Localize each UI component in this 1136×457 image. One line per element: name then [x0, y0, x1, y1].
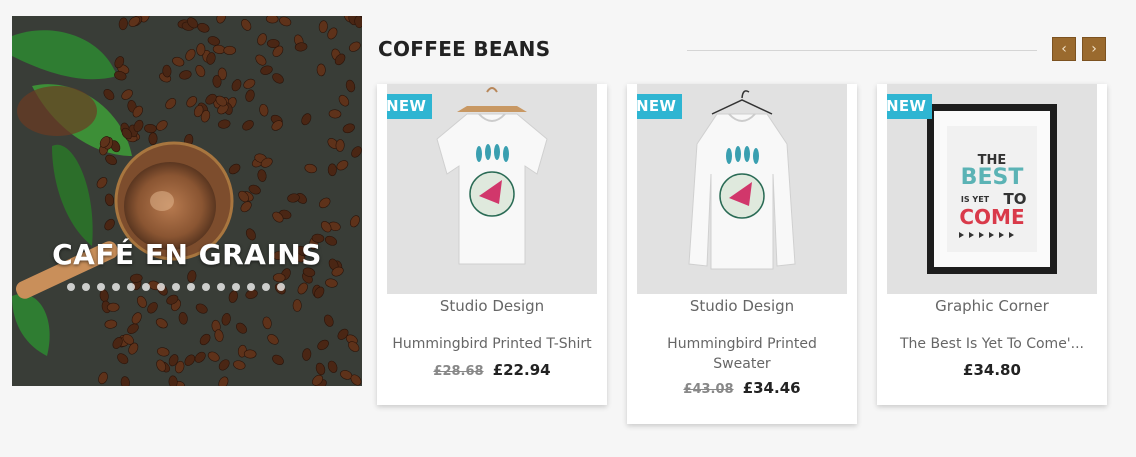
section-title: COFFEE BEANS	[378, 37, 551, 61]
product-brand: Graphic Corner	[935, 297, 1049, 315]
carousel-dot[interactable]	[217, 283, 225, 291]
product-image[interactable]: NEW	[387, 84, 597, 294]
carousel-prev-button[interactable]: ‹	[1052, 37, 1076, 61]
poster-line-5: COME	[959, 205, 1024, 229]
product-brand: Studio Design	[439, 297, 545, 315]
price-block: £43.08 £34.46	[627, 378, 857, 397]
carousel-dot[interactable]	[97, 283, 105, 291]
carousel-dot[interactable]	[262, 283, 270, 291]
coffee-bean	[106, 302, 120, 312]
coffee-bean	[327, 163, 337, 177]
coffee-bean	[266, 38, 280, 48]
coffee-beans-image	[12, 16, 362, 386]
new-badge: NEW	[387, 94, 433, 119]
product-card[interactable]: NEW Studio Design Hummingbird Printed Sw…	[627, 84, 857, 424]
new-badge: NEW	[637, 94, 683, 119]
new-badge: NEW	[887, 94, 933, 119]
carousel-dot[interactable]	[277, 283, 285, 291]
sale-price: £34.46	[742, 379, 801, 397]
carousel-dot[interactable]	[112, 283, 120, 291]
carousel-next-button[interactable]: ›	[1082, 37, 1106, 61]
category-banner[interactable]: CAFÉ EN GRAINS	[12, 16, 362, 386]
product-image[interactable]: THE BEST IS YET TO COME NEW	[887, 84, 1097, 294]
carousel-dot[interactable]	[232, 283, 240, 291]
product-image[interactable]: NEW	[637, 84, 847, 294]
product-brand: Studio Design	[689, 297, 795, 315]
product-name[interactable]: Hummingbird Printed Sweater	[667, 334, 817, 374]
coffee-bean	[272, 273, 286, 283]
sale-price: £22.94	[492, 361, 551, 379]
regular-price: £28.68	[433, 364, 484, 379]
carousel-dot[interactable]	[82, 283, 90, 291]
carousel-dot[interactable]	[172, 283, 180, 291]
coffee-bean	[316, 63, 326, 77]
price-block: £34.80	[877, 360, 1107, 379]
carousel-dot[interactable]	[202, 283, 210, 291]
coffee-bean	[292, 299, 302, 312]
banner-dots	[67, 283, 285, 291]
carousel-dot[interactable]	[67, 283, 75, 291]
banner-title: CAFÉ EN GRAINS	[52, 238, 322, 271]
poster-line-2: BEST	[961, 165, 1024, 190]
chevron-left-icon: ‹	[1061, 41, 1067, 57]
poster-line-3: IS YET	[961, 195, 990, 204]
regular-price: £43.08	[683, 382, 734, 397]
coffee-bean	[148, 132, 158, 145]
price: £34.80	[963, 361, 1021, 379]
chevron-right-icon: ›	[1091, 41, 1097, 57]
title-divider	[687, 50, 1037, 51]
price-block: £28.68 £22.94	[377, 360, 607, 379]
coffee-bean	[223, 45, 236, 55]
product-name[interactable]: The Best Is Yet To Come'...	[887, 334, 1097, 354]
carousel-dot[interactable]	[157, 283, 165, 291]
carousel-dot[interactable]	[127, 283, 135, 291]
carousel-dot[interactable]	[142, 283, 150, 291]
product-name[interactable]: Hummingbird Printed T-Shirt	[387, 334, 597, 354]
product-card[interactable]: NEW Studio Design Hummingbird Printed T-…	[377, 84, 607, 405]
product-card[interactable]: THE BEST IS YET TO COME NEW Graphic Corn…	[877, 84, 1107, 405]
carousel-dot[interactable]	[187, 283, 195, 291]
carousel-dot[interactable]	[247, 283, 255, 291]
